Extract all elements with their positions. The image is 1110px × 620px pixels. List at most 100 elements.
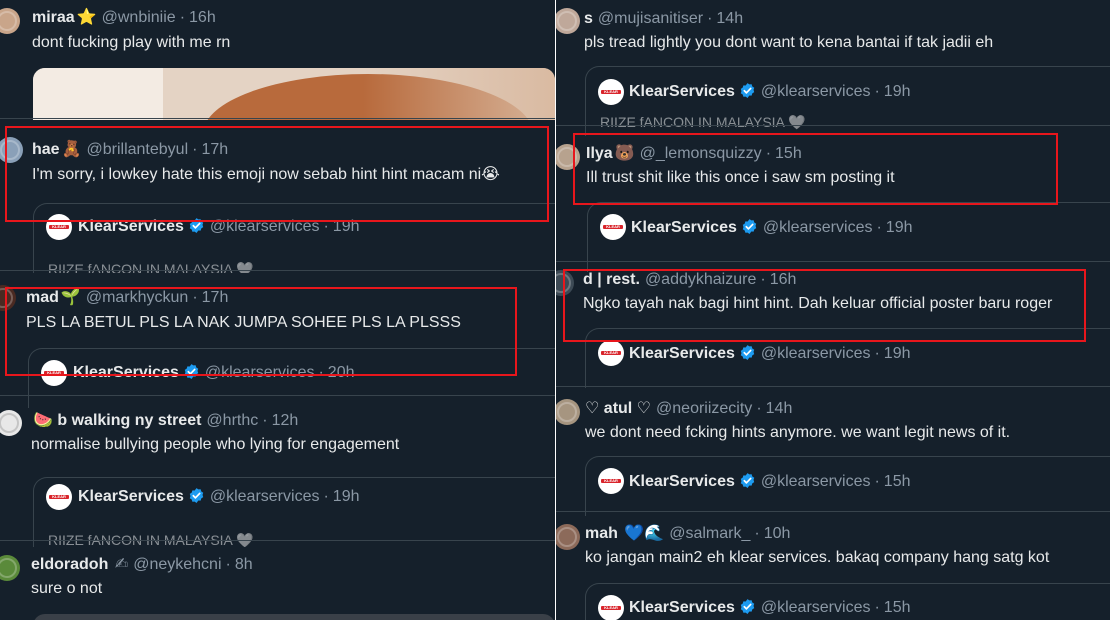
quote-tweet[interactable]: KlearServices@klearservices·19h RIIZE fA… [33, 203, 555, 273]
avatar[interactable] [0, 285, 16, 311]
user-handle[interactable]: @hrthc [206, 412, 258, 429]
quote-timestamp[interactable]: 19h [884, 345, 911, 362]
user-handle[interactable]: @_lemonsquizzy [640, 145, 762, 162]
quote-display-name[interactable]: KlearServices [629, 599, 735, 616]
display-name[interactable]: mad [26, 289, 59, 306]
tweet-media-image[interactable] [33, 68, 555, 120]
quote-handle[interactable]: @klearservices [210, 218, 320, 235]
quote-handle[interactable]: @klearservices [761, 345, 871, 362]
timestamp[interactable]: 8h [235, 556, 253, 573]
timestamp[interactable]: 12h [272, 412, 299, 429]
quote-handle[interactable]: @klearservices [210, 488, 320, 505]
klear-logo-avatar[interactable] [600, 214, 626, 240]
quote-tweet[interactable]: KlearServices@klearservices·19h [585, 328, 1110, 388]
quote-tweet[interactable]: KlearServices@klearservices·15h [585, 583, 1110, 620]
avatar[interactable] [556, 524, 580, 550]
display-name[interactable]: mah [585, 525, 618, 542]
klear-logo-avatar[interactable] [46, 214, 72, 240]
timestamp[interactable]: 16h [770, 271, 797, 288]
verified-badge-icon [740, 473, 755, 488]
tweet-header: Ilya 🐻 @_lemonsquizzy · 15h [586, 145, 802, 162]
display-name[interactable]: hae [32, 141, 60, 158]
display-name[interactable]: eldoradoh [31, 556, 108, 573]
quote-tweet[interactable]: KlearServices@klearservices·19h RIIZE fA… [33, 477, 555, 547]
timestamp[interactable]: 14h [766, 400, 793, 417]
tweet[interactable]: eldoradoh ✍ @neykehcni · 8h sure o not [0, 541, 555, 620]
display-name[interactable]: s [584, 10, 593, 27]
tweet[interactable]: ♡ atul ♡ @neoriizecity · 14h we dont need f… [556, 387, 1110, 516]
tweet[interactable]: d | rest. @addykhaizure · 16h Ngko tayah na… [556, 262, 1110, 388]
tweet[interactable]: Ilya 🐻 @_lemonsquizzy · 15h Ill trust shit l… [556, 126, 1110, 272]
tweet-text: sure o not [31, 580, 103, 597]
name-emoji: 🌱 [60, 289, 81, 306]
quote-handle[interactable]: @klearservices [763, 219, 873, 236]
display-name[interactable]: ♡ atul ♡ [585, 400, 651, 417]
tweet[interactable]: miraa ⭐ @wnbiniie · 16h dont fucking play wi… [0, 0, 555, 120]
timestamp[interactable]: 17h [201, 141, 228, 158]
tweet[interactable]: mad 🌱 @markhyckun · 17h PLS LA BETUL PLS LA … [0, 271, 555, 408]
klear-logo-avatar[interactable] [598, 79, 624, 105]
timestamp[interactable]: 17h [202, 289, 229, 306]
quote-handle[interactable]: @klearservices [761, 83, 871, 100]
avatar[interactable] [556, 8, 580, 34]
quote-timestamp[interactable]: 19h [884, 83, 911, 100]
quote-handle[interactable]: @klearservices [761, 473, 871, 490]
quote-tweet[interactable]: KlearServices@klearservices·15h [585, 456, 1110, 516]
verified-badge-icon [740, 599, 755, 614]
quote-display-name[interactable]: KlearServices [629, 473, 735, 490]
klear-logo-avatar[interactable] [598, 340, 624, 366]
avatar[interactable] [0, 8, 20, 34]
quote-display-name[interactable]: KlearServices [629, 345, 735, 362]
quote-timestamp[interactable]: 19h [333, 218, 360, 235]
tweet-header: 🍉 b walking ny street @hrthc · 12h [33, 412, 299, 429]
avatar[interactable] [556, 399, 580, 425]
display-name[interactable]: Ilya [586, 145, 613, 162]
tweet-text: pls tread lightly you dont want to kena … [584, 34, 994, 51]
timestamp[interactable]: 15h [775, 145, 802, 162]
user-handle[interactable]: @wnbiniie [102, 9, 176, 26]
display-name[interactable]: d | rest. [583, 271, 640, 288]
quote-display-name[interactable]: KlearServices [629, 83, 735, 100]
avatar[interactable] [556, 144, 580, 170]
avatar[interactable] [0, 410, 22, 436]
avatar[interactable] [0, 137, 23, 163]
tweet[interactable]: hae 🧸 @brillantebyul · 17h I'm sorry, i lowk… [0, 119, 555, 273]
user-handle[interactable]: @neykehcni [133, 556, 221, 573]
timestamp[interactable]: 14h [716, 10, 743, 27]
klear-logo-avatar[interactable] [41, 360, 67, 386]
timestamp[interactable]: 16h [189, 9, 216, 26]
klear-logo-avatar[interactable] [598, 468, 624, 494]
tweet[interactable]: mah 💙🌊 @salmark_ · 10h ko jangan main2 eh k… [556, 512, 1110, 620]
tweet-text: normalise bullying people who lying for … [31, 436, 400, 453]
quote-handle[interactable]: @klearservices [761, 599, 871, 616]
display-name[interactable]: b walking ny street [57, 412, 201, 429]
quote-timestamp[interactable]: 15h [884, 599, 911, 616]
user-handle[interactable]: @neoriizecity [656, 400, 752, 417]
tweet[interactable]: 🍉 b walking ny street @hrthc · 12h normalis… [0, 396, 555, 547]
user-handle[interactable]: @markhyckun [86, 289, 189, 306]
avatar[interactable] [0, 555, 20, 581]
quote-header: KlearServices @klearservices · 19h [629, 83, 911, 100]
quote-display-name[interactable]: KlearServices [73, 364, 179, 381]
klear-logo-avatar[interactable] [46, 484, 72, 510]
tweet[interactable]: s @mujisanitiser · 14h pls tread lightly yo… [556, 0, 1110, 136]
avatar[interactable] [556, 270, 574, 296]
timestamp[interactable]: 10h [764, 525, 791, 542]
quote-handle[interactable]: @klearservices [205, 364, 315, 381]
tweet-media-image[interactable] [33, 614, 555, 620]
user-handle[interactable]: @salmark_ [669, 525, 750, 542]
quote-timestamp[interactable]: 20h [328, 364, 355, 381]
tweet-header: miraa ⭐ @wnbiniie · 16h [32, 9, 216, 26]
quote-timestamp[interactable]: 19h [886, 219, 913, 236]
quote-timestamp[interactable]: 19h [333, 488, 360, 505]
quote-display-name[interactable]: KlearServices [78, 218, 184, 235]
user-handle[interactable]: @addykhaizure [645, 271, 756, 288]
user-handle[interactable]: @brillantebyul [87, 141, 189, 158]
tweet-header: d | rest. @addykhaizure · 16h [583, 271, 797, 288]
display-name[interactable]: miraa [32, 9, 75, 26]
user-handle[interactable]: @mujisanitiser [598, 10, 703, 27]
quote-timestamp[interactable]: 15h [884, 473, 911, 490]
klear-logo-avatar[interactable] [598, 595, 624, 620]
quote-display-name[interactable]: KlearServices [78, 488, 184, 505]
quote-display-name[interactable]: KlearServices [631, 219, 737, 236]
